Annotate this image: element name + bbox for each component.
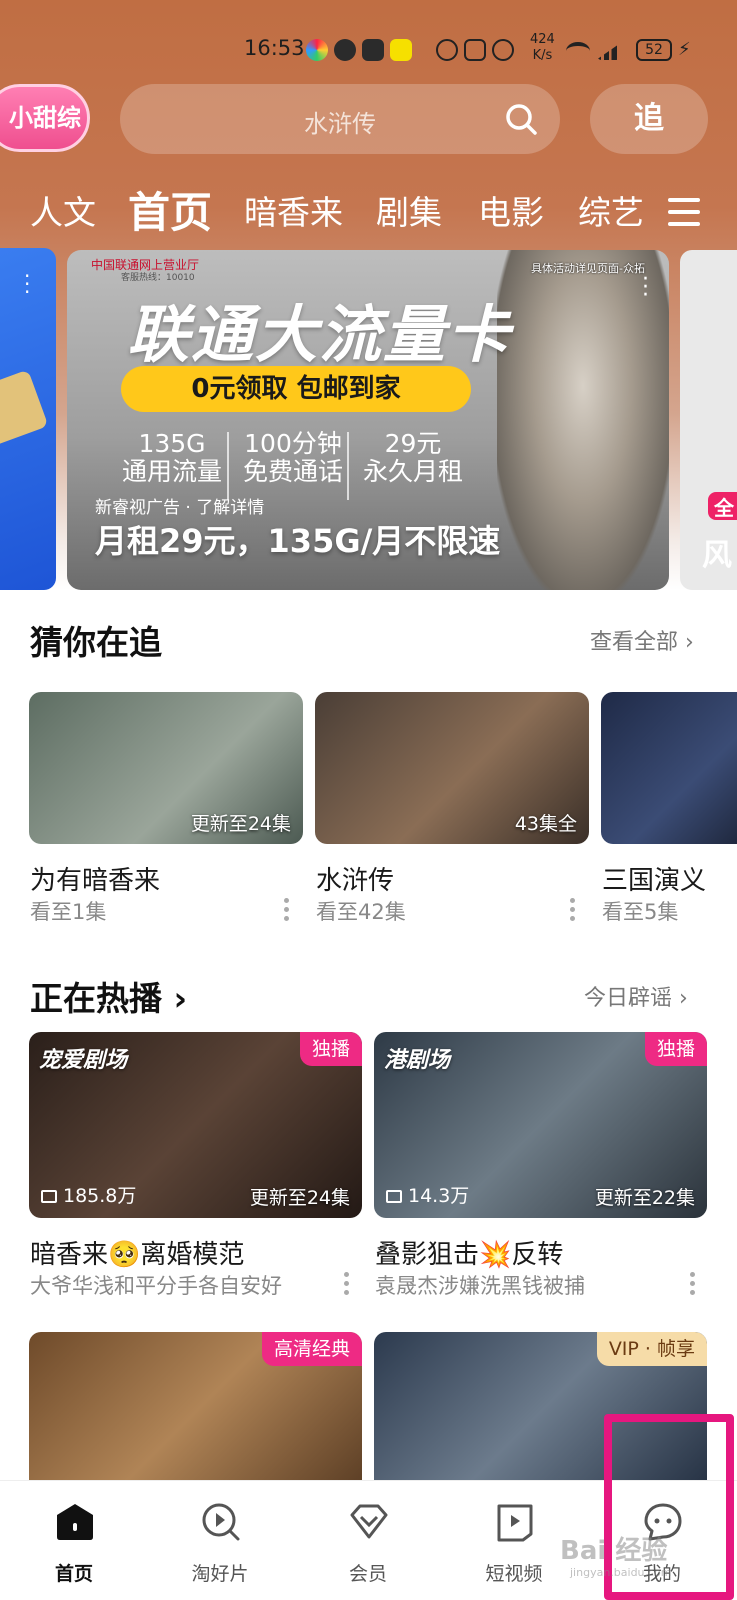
section-title-guess: 猜你在追	[30, 623, 162, 662]
nav-short-video[interactable]: 短视频	[464, 1481, 564, 1600]
vip-badge: VIP · 帧享	[596, 1332, 707, 1366]
channel-logo: 宠爱剧场	[39, 1048, 128, 1073]
network-speed: 424 K/s	[530, 32, 555, 63]
more-options-icon[interactable]	[570, 898, 576, 925]
rumor-debunk-link[interactable]: 今日辟谣 ›	[584, 980, 688, 1012]
hot-card-desc: 大爷华浅和平分手各自安好	[30, 1274, 282, 1298]
view-count: 14.3万	[386, 1181, 469, 1208]
hot-card-title[interactable]: 暗香来🥺离婚模范	[30, 1234, 244, 1271]
search-placeholder: 水浒传	[304, 110, 376, 138]
episode-overlay: 43集全	[514, 813, 577, 835]
battery-indicator: 52	[636, 39, 672, 61]
banner-next-slide[interactable]: 全 风	[680, 250, 737, 590]
banner-stat: 135G 通用流量	[121, 429, 222, 486]
more-options-icon[interactable]	[690, 1272, 696, 1299]
hot-card-thumb[interactable]: 高清经典	[29, 1332, 362, 1492]
episode-overlay: 更新至24集	[249, 1187, 350, 1209]
nav-home[interactable]: 首页	[24, 1481, 124, 1600]
tab-series[interactable]: 剧集	[376, 186, 442, 234]
continue-card-thumb[interactable]	[601, 692, 737, 844]
continue-card-title[interactable]: 水浒传	[316, 860, 394, 897]
more-dots-icon: · · ·	[24, 264, 31, 304]
wechat-icon	[334, 39, 356, 61]
hot-card-desc: 袁晟杰涉嫌洗黑钱被捕	[375, 1274, 585, 1298]
nav-label: 短视频	[485, 1563, 543, 1585]
banner-cta[interactable]: 0元领取 包邮到家	[121, 366, 471, 412]
status-time: 16:53	[244, 36, 305, 60]
yy-app-icon	[390, 39, 412, 61]
banner-corner-note: 具体活动详见页面-众拓	[531, 262, 645, 275]
tab-culture[interactable]: 人文	[30, 186, 96, 234]
hot-card-thumb[interactable]: 港剧场 独播 14.3万 更新至22集	[374, 1032, 707, 1218]
baidu-watermark-url: jingyan.baidu.com	[570, 1566, 672, 1579]
chase-button[interactable]: 追	[590, 84, 708, 154]
banner-stat: 100分钟 免费通话	[242, 429, 343, 486]
continue-card-title[interactable]: 为有暗香来	[30, 860, 160, 897]
hot-card-title[interactable]: 叠影狙击💥反转	[375, 1234, 563, 1271]
colorful-app-icon	[306, 39, 328, 61]
sim-card-image	[0, 369, 49, 447]
section-title-hot[interactable]: 正在热播 ›	[30, 972, 187, 1020]
brand-entry-button[interactable]: 小甜综	[0, 84, 90, 152]
view-count: 185.8万	[41, 1181, 136, 1208]
search-icon[interactable]	[504, 102, 538, 136]
continue-card-title[interactable]: 三国演义	[602, 860, 706, 897]
nfc-icon	[464, 39, 486, 61]
short-video-icon	[497, 1504, 533, 1542]
banner-prev-slide[interactable]: · · ·	[0, 248, 56, 590]
hot-card-thumb[interactable]: 宠爱剧场 独播 185.8万 更新至24集	[29, 1032, 362, 1218]
hd-classic-badge: 高清经典	[261, 1332, 362, 1366]
views-icon	[386, 1190, 402, 1203]
signal-5g-icon	[596, 42, 622, 60]
stat-divider	[347, 432, 349, 500]
status-bar: 16:53 424 K/s 52 ⚡	[0, 30, 737, 70]
nav-discover[interactable]: 淘好片	[170, 1481, 270, 1600]
continue-card-thumb[interactable]: 43集全	[315, 692, 589, 844]
continue-card-progress: 看至1集	[30, 900, 107, 924]
menu-icon[interactable]	[668, 198, 700, 234]
exclusive-badge: 独播	[644, 1032, 707, 1066]
nav-label: 首页	[54, 1563, 93, 1585]
tab-variety[interactable]: 综艺	[578, 186, 644, 234]
banner-stat: 29元 永久月租	[362, 429, 463, 486]
more-options-icon[interactable]	[284, 898, 290, 925]
exclusive-badge: 独播	[299, 1032, 362, 1066]
continue-card-progress: 看至42集	[316, 900, 406, 924]
episode-overlay: 更新至22集	[594, 1187, 695, 1209]
unicom-hotline: 客服热线：10010	[121, 273, 195, 283]
channel-logo: 港剧场	[384, 1048, 451, 1073]
shopping-bag-icon	[362, 39, 384, 61]
alarm-icon	[492, 39, 514, 61]
stat-divider	[227, 432, 229, 500]
wifi-icon	[566, 42, 590, 60]
search-bar[interactable]: 水浒传	[120, 84, 560, 154]
tab-home[interactable]: 首页	[128, 179, 212, 240]
nav-label: 淘好片	[191, 1563, 249, 1585]
ad-banner[interactable]: 中国联通网上营业厅 客服热线：10010 具体活动详见页面-众拓 · · · 联通大…	[67, 250, 669, 590]
search-play-icon	[202, 1503, 240, 1541]
category-tabs: 人文 首页 暗香来 剧集 电影 综艺	[0, 176, 737, 237]
views-icon	[41, 1190, 57, 1203]
home-icon	[57, 1504, 93, 1540]
next-slide-text: 风	[702, 538, 732, 573]
banner-more-icon[interactable]: · · ·	[642, 269, 649, 307]
continue-card-thumb[interactable]: 更新至24集	[29, 692, 303, 844]
hd-call-icon	[436, 39, 458, 61]
tab-anxianglai[interactable]: 暗香来	[244, 186, 343, 234]
continue-card-progress: 看至5集	[602, 900, 679, 924]
diamond-icon	[350, 1504, 388, 1539]
next-slide-tag: 全	[708, 492, 737, 520]
nav-label: 会员	[348, 1563, 387, 1585]
baidu-watermark: Bai 经验	[560, 1536, 668, 1566]
view-all-link[interactable]: 查看全部 ›	[590, 624, 694, 656]
banner-bottom-text: 月租29元，135G/月不限速	[95, 522, 501, 560]
more-options-icon[interactable]	[344, 1272, 350, 1299]
charging-icon: ⚡	[678, 39, 691, 60]
nav-vip[interactable]: 会员	[318, 1481, 418, 1600]
episode-overlay: 更新至24集	[190, 813, 291, 835]
ad-disclosure[interactable]: 新睿视广告 · 了解详情	[95, 493, 264, 518]
banner-headline: 联通大流量卡	[127, 298, 512, 371]
tab-movies[interactable]: 电影	[478, 186, 544, 234]
